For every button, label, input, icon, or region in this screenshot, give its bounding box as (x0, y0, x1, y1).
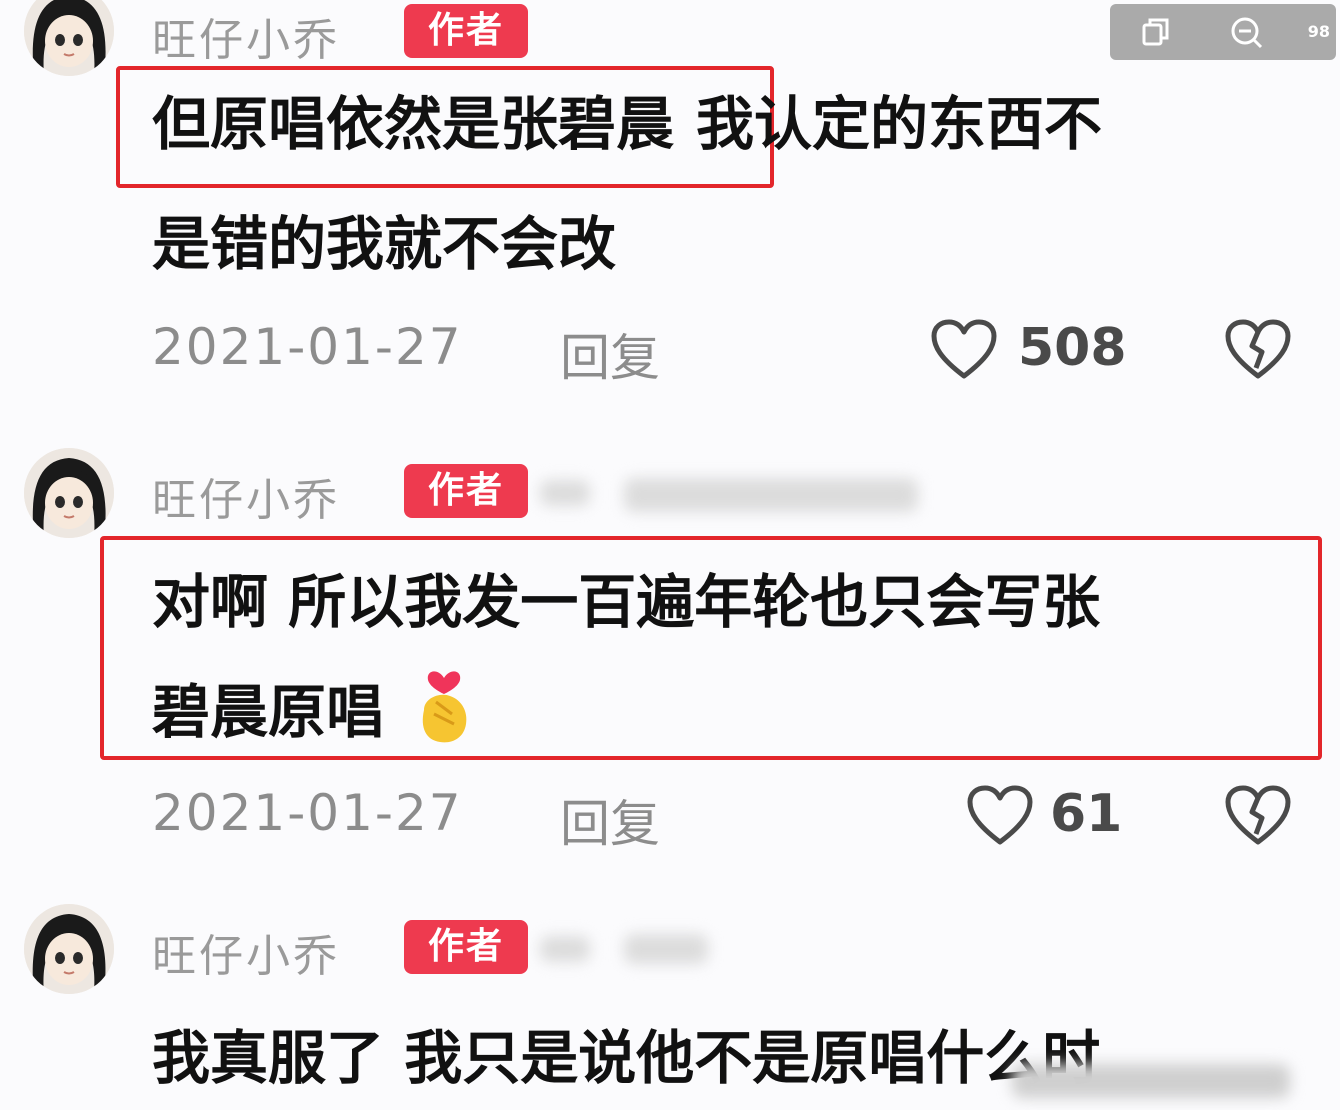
blurred-watermark (1012, 1064, 1290, 1098)
avatar[interactable] (24, 0, 114, 76)
comment-text-line2-text: 碧晨原唱 (152, 678, 385, 746)
username[interactable]: 旺仔小乔 (152, 4, 340, 68)
avatar[interactable] (24, 448, 114, 538)
username[interactable]: 旺仔小乔 (152, 464, 340, 528)
avatar-image (24, 0, 114, 76)
reply-button[interactable]: 回复 (560, 318, 660, 390)
blurred-content (624, 934, 708, 964)
comment-date: 2021-01-27 (152, 784, 463, 842)
comment-date: 2021-01-27 (152, 318, 463, 376)
username[interactable]: 旺仔小乔 (152, 920, 340, 984)
avatar[interactable] (24, 904, 114, 994)
comment-text-line2: 碧晨原唱 (152, 656, 476, 764)
blurred-content (540, 480, 590, 506)
author-badge: 作者 (404, 464, 528, 518)
image-toolbar: 98 (1110, 4, 1336, 60)
zoom-out-icon[interactable] (1228, 14, 1264, 50)
toolbar-partial-text: 98 (1307, 22, 1330, 41)
like-count: 61 (1050, 784, 1123, 844)
comment-text-rest: 我认定的东西不 (696, 90, 1103, 158)
comment-text-line2: 是错的我就不会改 (152, 210, 617, 278)
heart-icon[interactable] (966, 784, 1034, 846)
broken-heart-icon[interactable] (1224, 784, 1292, 846)
avatar-image (24, 904, 114, 994)
reply-button[interactable]: 回复 (560, 784, 660, 856)
blurred-content (624, 478, 918, 512)
heart-icon[interactable] (930, 318, 998, 380)
broken-heart-icon[interactable] (1224, 318, 1292, 380)
like-count: 508 (1018, 318, 1127, 378)
finger-heart-emoji-icon (423, 671, 467, 743)
comment-text-line1: 我真服了 我只是说他不是原唱什么时 (152, 1024, 1101, 1092)
copy-icon[interactable] (1138, 14, 1174, 50)
blurred-content (540, 936, 590, 962)
author-badge: 作者 (404, 4, 528, 58)
comment-text-line1: 对啊 所以我发一百遍年轮也只会写张 (152, 568, 1101, 636)
highlighted-text: 但原唱依然是张碧晨 (152, 90, 675, 158)
author-badge: 作者 (404, 920, 528, 974)
avatar-image (24, 448, 114, 538)
comment-text-line1: 但原唱依然是张碧晨 我认定的东西不 (152, 72, 1102, 176)
